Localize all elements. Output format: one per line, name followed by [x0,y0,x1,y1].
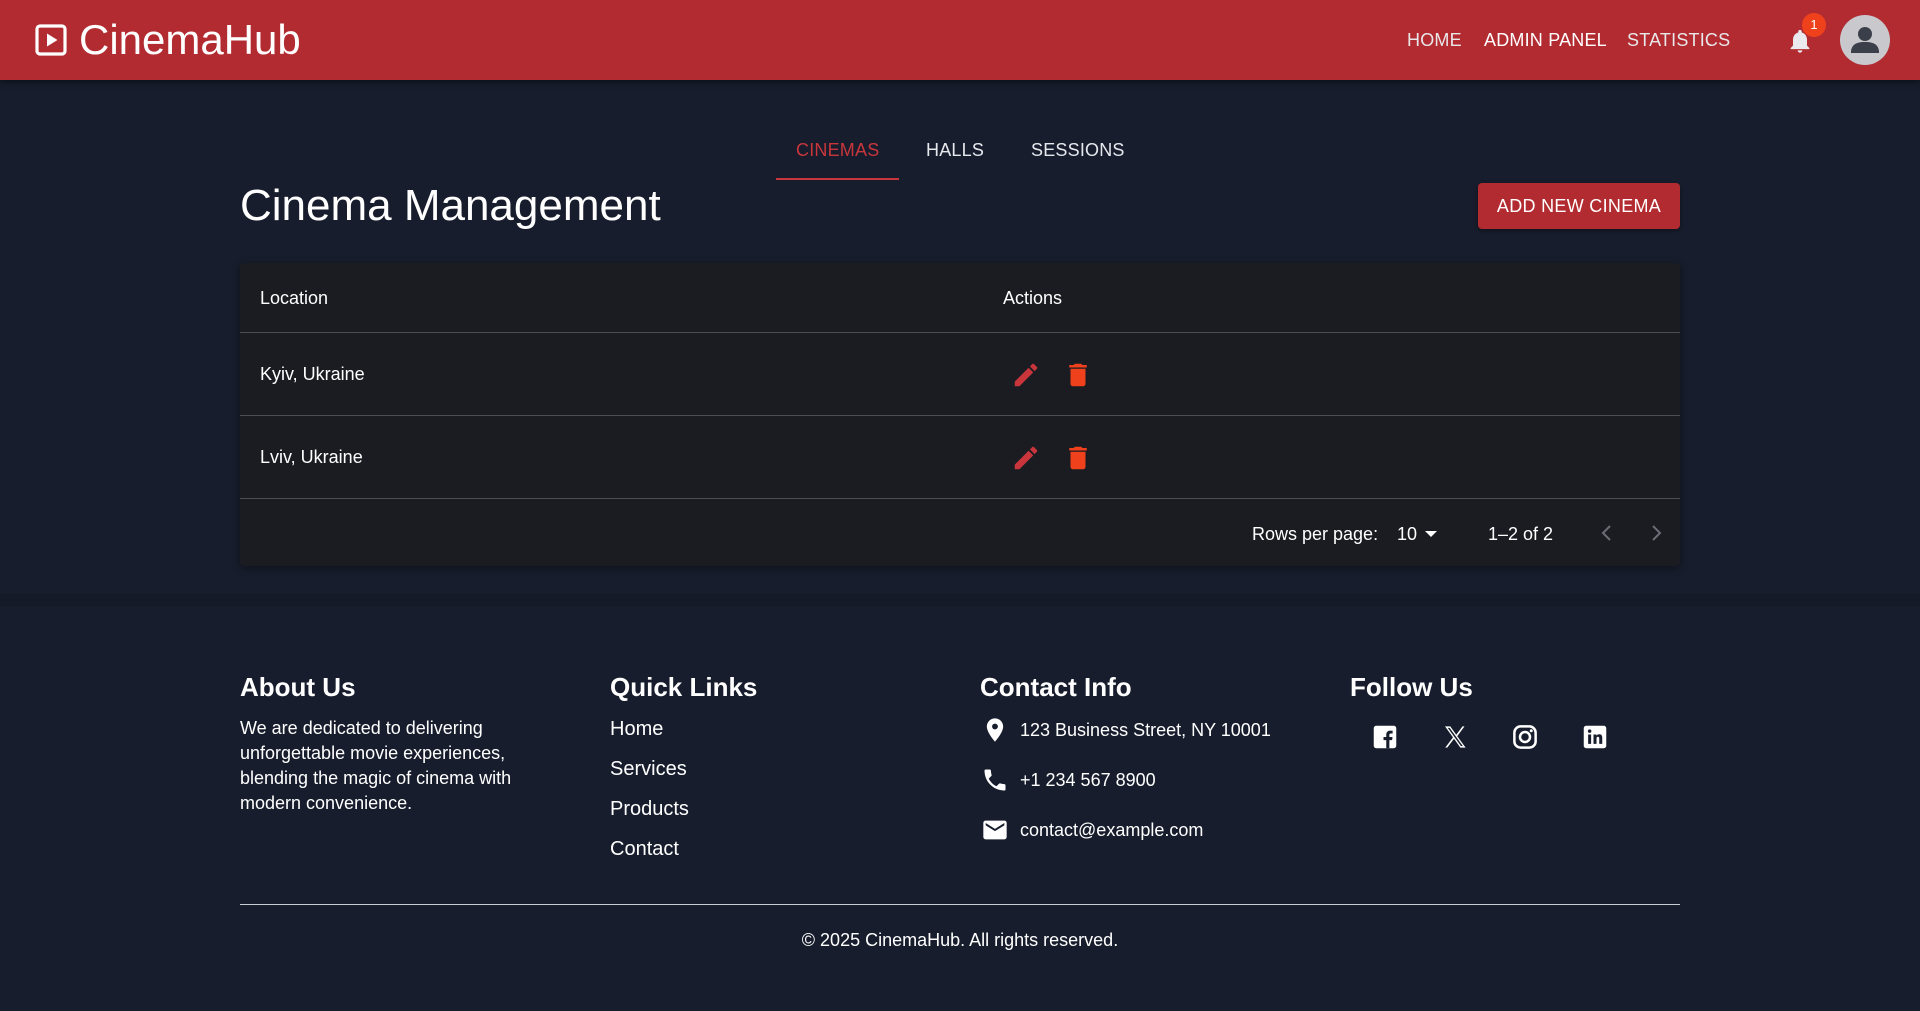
location-pin-icon [981,716,1009,744]
follow-heading: Follow Us [1350,672,1473,702]
delete-button[interactable] [1063,360,1093,390]
nav-admin-panel[interactable]: ADMIN PANEL [1484,27,1607,53]
brand-name: CinemaHub [79,16,301,63]
add-new-cinema-button[interactable]: ADD NEW CINEMA [1478,183,1680,229]
cinemas-table: Location Actions Kyiv, Ukraine Lviv, Ukr… [240,263,1680,566]
edit-button[interactable] [1011,360,1041,390]
about-heading: About Us [240,672,356,702]
contact-heading: Contact Info [980,672,1132,702]
rows-per-page-select[interactable]: 10 [1397,523,1417,545]
tab-halls[interactable]: HALLS [926,137,984,163]
table-header: Location Actions [240,263,1680,333]
footer-link-services[interactable]: Services [610,756,687,782]
edit-icon [1014,363,1038,387]
x-link[interactable] [1440,722,1470,752]
table-row: Kyiv, Ukraine [240,333,1680,416]
site-footer: About Us We are dedicated to delivering … [0,606,1920,1011]
instagram-icon [1513,725,1537,749]
rows-per-page-label: Rows per page: [1252,524,1379,544]
location-cell: Lviv, Ukraine [260,447,363,467]
tab-sessions[interactable]: SESSIONS [1031,137,1125,163]
active-tab-indicator [776,178,899,180]
location-cell: Kyiv, Ukraine [260,364,365,384]
facebook-link[interactable] [1370,722,1400,752]
play-square-icon [35,24,67,56]
facebook-icon [1373,725,1397,749]
next-page-button[interactable] [1644,521,1668,545]
instagram-link[interactable] [1510,722,1540,752]
account-circle-icon [1851,27,1879,53]
mail-icon [981,816,1009,844]
delete-icon [1069,363,1087,387]
delete-icon [1069,446,1087,470]
table-row: Lviv, Ukraine [240,416,1680,499]
footer-rule [240,904,1680,905]
about-text: We are dedicated to delivering unforgett… [240,718,512,813]
contact-address: 123 Business Street, NY 10001 [1020,720,1271,740]
app-bar: CinemaHub HOME ADMIN PANEL STATISTICS 1 [0,0,1920,80]
nav-home[interactable]: HOME [1407,27,1462,53]
notification-badge: 1 [1802,13,1826,37]
contact-email[interactable]: contact@example.com [1020,818,1203,842]
edit-icon [1014,446,1038,470]
quick-links-heading: Quick Links [610,672,758,702]
linkedin-icon [1583,725,1607,749]
page-title: Cinema Management [240,181,661,230]
x-icon [1445,726,1466,748]
linkedin-link[interactable] [1580,722,1610,752]
column-header-location: Location [260,288,329,308]
contact-phone: +1 234 567 8900 [1020,770,1156,790]
nav-statistics[interactable]: STATISTICS [1627,27,1730,53]
delete-button[interactable] [1063,443,1093,473]
footer-link-home[interactable]: Home [610,716,663,742]
column-header-actions: Actions [1003,288,1063,308]
dropdown-caret-icon[interactable] [1424,529,1438,539]
chevron-right-icon [1652,525,1662,541]
table-pagination: Rows per page: 10 1–2 of 2 [240,499,1680,566]
brand[interactable]: CinemaHub [34,18,301,62]
user-avatar-button[interactable] [1840,15,1890,65]
phone-icon [981,766,1009,794]
previous-page-button[interactable] [1595,521,1619,545]
copyright-text: © 2025 CinemaHub. All rights reserved. [801,930,1119,950]
chevron-left-icon [1601,525,1611,541]
edit-button[interactable] [1011,443,1041,473]
tab-cinemas[interactable]: CINEMAS [796,137,879,163]
footer-link-contact[interactable]: Contact [610,836,679,862]
page-range-label: 1–2 of 2 [1488,524,1554,544]
footer-divider-band [0,594,1920,606]
footer-link-products[interactable]: Products [610,796,689,822]
